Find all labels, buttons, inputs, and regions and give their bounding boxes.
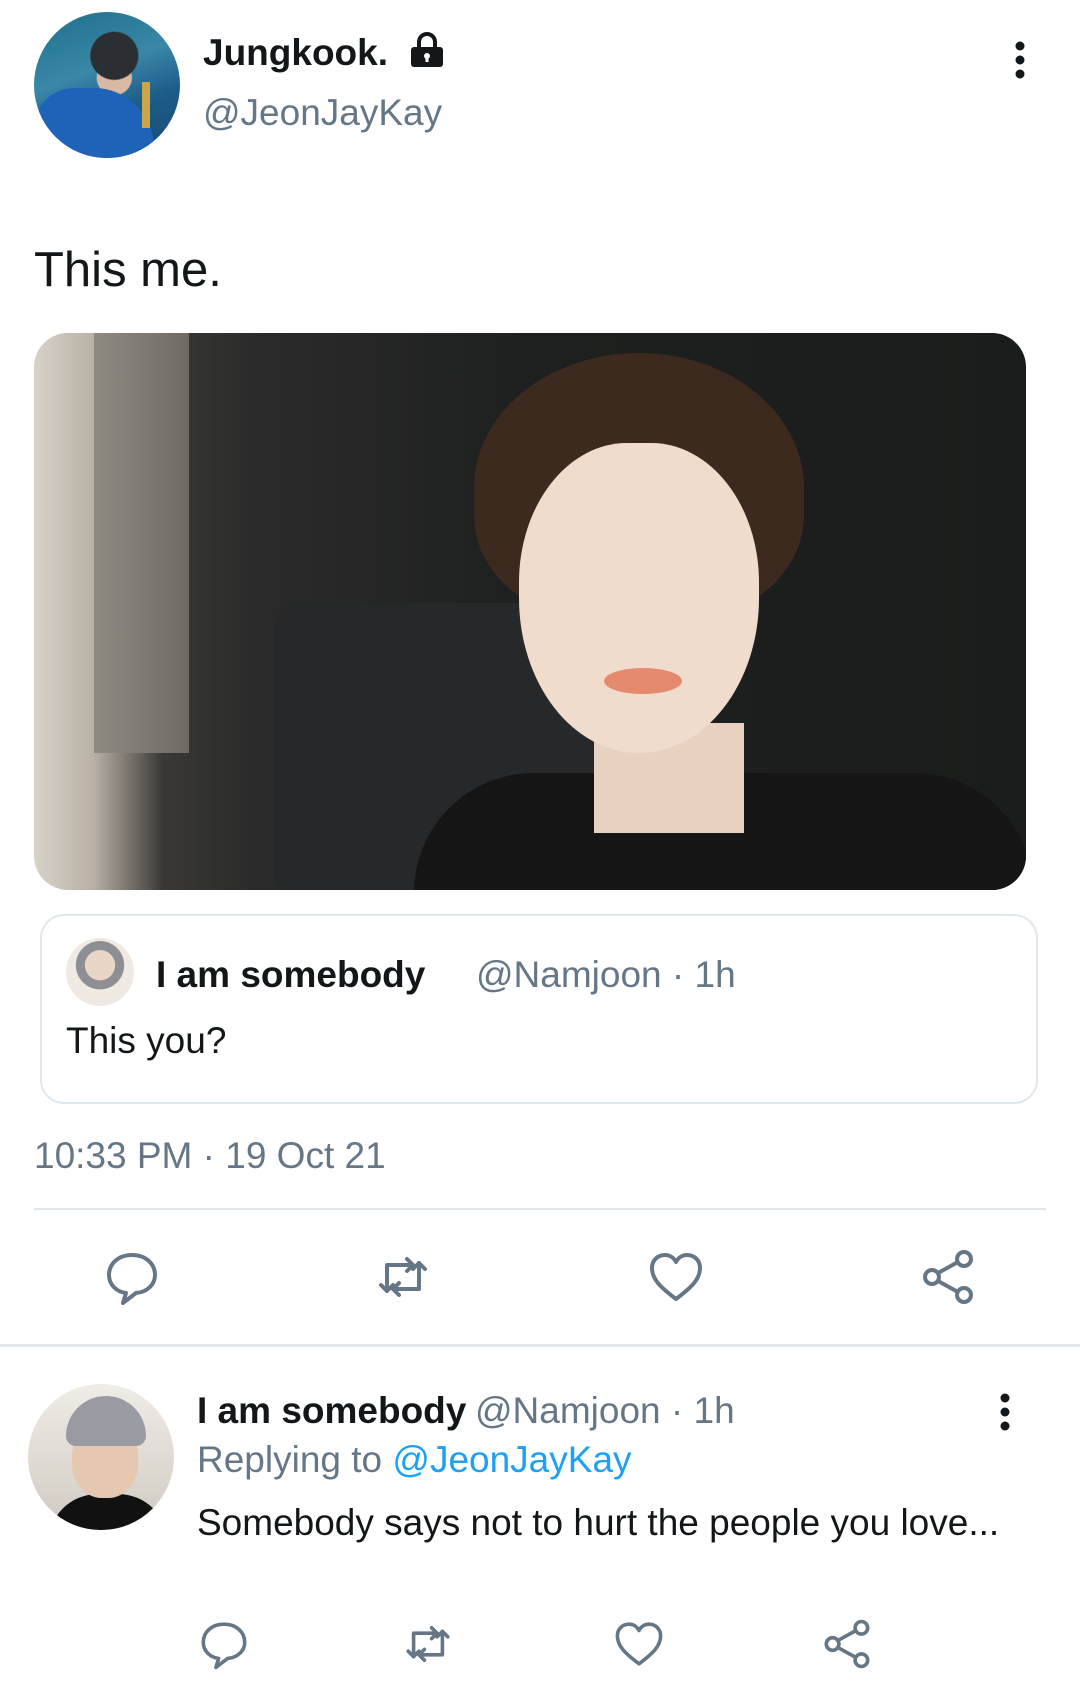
reply-text: Somebody says not to hurt the people you… xyxy=(197,1502,1000,1543)
reply-author-name[interactable]: I am somebody xyxy=(197,1390,466,1432)
section-divider xyxy=(0,1344,1080,1347)
quoted-author-meta: @Namjoon · 1h xyxy=(476,954,736,995)
author-avatar[interactable] xyxy=(34,12,180,158)
reply-retweet-button[interactable] xyxy=(401,1617,455,1671)
tweet-photo[interactable] xyxy=(34,333,1026,890)
reply-icon xyxy=(107,1253,157,1305)
retweet-icon xyxy=(379,1257,427,1297)
author-display-name[interactable]: Jungkook. xyxy=(203,32,388,74)
share-icon xyxy=(923,1250,973,1304)
retweet-button[interactable] xyxy=(373,1247,433,1307)
tweet-text: This me. xyxy=(34,243,222,297)
more-options-icon[interactable] xyxy=(1008,40,1032,80)
reply-button[interactable] xyxy=(102,1247,162,1307)
like-button[interactable] xyxy=(646,1247,706,1307)
replying-to-mention[interactable]: @JeonJayKay xyxy=(392,1439,631,1480)
quoted-tweet-text: This you? xyxy=(66,1020,227,1061)
reply-more-options-icon[interactable] xyxy=(993,1392,1017,1432)
divider xyxy=(34,1208,1046,1210)
quoted-tweet[interactable]: I am somebody @Namjoon · 1h This you? xyxy=(40,914,1038,1104)
author-handle[interactable]: @JeonJayKay xyxy=(203,92,442,134)
reply-reply-button[interactable] xyxy=(197,1617,251,1671)
reply-share-button[interactable] xyxy=(820,1617,874,1671)
reply-actions xyxy=(0,1617,1080,1671)
reply-like-button[interactable] xyxy=(612,1617,666,1671)
quoted-author-name: I am somebody xyxy=(156,954,426,995)
reply-author-avatar[interactable] xyxy=(28,1384,174,1530)
reply-icon xyxy=(201,1622,247,1670)
quoted-author-avatar[interactable] xyxy=(66,938,134,1006)
tweet-timestamp[interactable]: 10:33 PM · 19 Oct 21 xyxy=(34,1135,386,1177)
share-button[interactable] xyxy=(918,1247,978,1307)
retweet-icon xyxy=(406,1626,450,1662)
replying-prefix: Replying to xyxy=(197,1439,383,1480)
like-icon xyxy=(615,1622,663,1666)
reply-author-meta: @Namjoon · 1h xyxy=(475,1390,735,1431)
tweet-actions xyxy=(0,1247,1080,1307)
replying-to: Replying to @JeonJayKay xyxy=(197,1439,632,1481)
lock-icon xyxy=(411,32,443,67)
share-icon xyxy=(824,1619,870,1669)
tweet-header: Jungkook. @JeonJayKay xyxy=(0,0,1080,180)
like-icon xyxy=(650,1253,702,1301)
